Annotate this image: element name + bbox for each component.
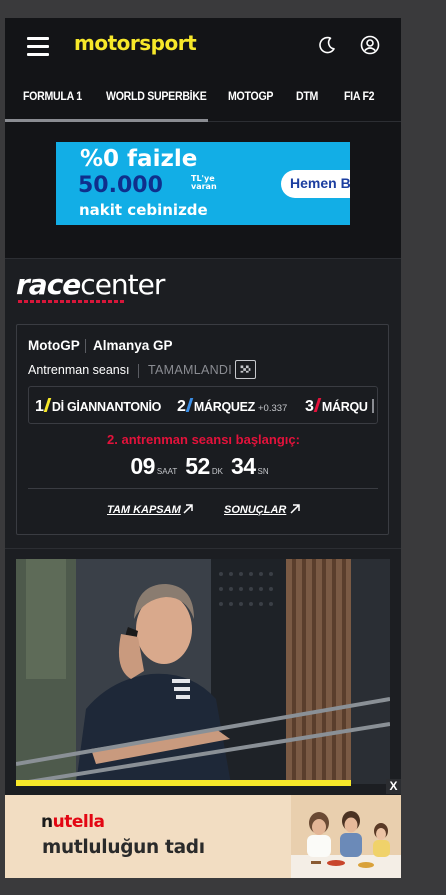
ad-cta-button[interactable]: Hemen B bbox=[281, 170, 350, 198]
divider bbox=[85, 339, 86, 353]
team-color-mark bbox=[313, 398, 322, 412]
nav-item-dtm[interactable]: DTM bbox=[296, 91, 318, 103]
result-position: 1 bbox=[35, 398, 44, 415]
article-image[interactable] bbox=[16, 559, 390, 784]
nav-item-worldsbk[interactable]: WORLD SUPERBİKE bbox=[106, 91, 207, 103]
countdown-hours: 09 bbox=[130, 453, 155, 479]
nav-item-motogp[interactable]: MOTOGP bbox=[228, 91, 273, 103]
session-status: TAMAMLANDI bbox=[148, 363, 233, 377]
team-color-mark bbox=[43, 398, 52, 412]
ad-headline: %0 faizle bbox=[80, 146, 198, 172]
ad-amount: 50.000 bbox=[78, 173, 163, 198]
result-item: 3 MÁRQU bbox=[305, 398, 368, 416]
racecenter-section: racecenter MotoGP Almanya GP Antrenman s… bbox=[5, 260, 401, 549]
ad-family-photo bbox=[291, 795, 401, 878]
rider-gap: +0.337 bbox=[258, 403, 288, 414]
countdown-minutes-unit: DK bbox=[211, 467, 223, 476]
countdown-minutes: 52 bbox=[185, 453, 210, 479]
rider-name: Dİ GİANNANTONİO bbox=[51, 400, 162, 414]
session-card: MotoGP Almanya GP Antrenman seansı TAMAM… bbox=[16, 324, 389, 535]
result-position: 2 bbox=[177, 398, 186, 415]
team-color-mark bbox=[185, 398, 194, 412]
site-header: motorsport bbox=[5, 18, 401, 75]
divider bbox=[28, 488, 378, 489]
ad-tagline: mutluluğun tadı bbox=[42, 837, 205, 858]
top-ad-banner[interactable]: %0 faizle 50.000 TL'ye varan nakit cebin… bbox=[56, 142, 350, 225]
ad-brand-rest: utella bbox=[52, 812, 105, 832]
result-position: 3 bbox=[305, 398, 314, 415]
countdown-label: 2. antrenman seansı başlangıç: bbox=[107, 432, 300, 447]
racecenter-logo-stripe bbox=[18, 300, 125, 303]
rider-name: MÁRQU bbox=[321, 400, 368, 414]
external-arrow-icon bbox=[183, 504, 193, 514]
menu-icon[interactable] bbox=[27, 37, 49, 56]
ad-brand-first-letter: n bbox=[41, 812, 53, 832]
countdown-timer: 09 SAAT 52 DK 34 SN bbox=[17, 453, 390, 480]
ad-brand-logo: nutella bbox=[41, 812, 105, 832]
countdown-hours-unit: SAAT bbox=[156, 467, 178, 476]
divider bbox=[138, 364, 139, 378]
user-account-icon[interactable] bbox=[360, 35, 380, 55]
nav-item-fiaf2[interactable]: FIA F2 bbox=[344, 91, 375, 103]
results-link[interactable]: SONUÇLAR bbox=[224, 504, 286, 516]
countdown-seconds-unit: SN bbox=[257, 467, 269, 476]
nav-item-formula1[interactable]: FORMULA 1 bbox=[23, 91, 82, 103]
racecenter-logo-light: center bbox=[80, 268, 165, 301]
results-strip[interactable]: 1 Dİ GİANNANTONİO 2 MÁRQUEZ +0.337 3 MÁRQU bbox=[28, 386, 378, 424]
ad-progress-bar bbox=[16, 780, 351, 786]
racecenter-logo-bold: race bbox=[16, 268, 81, 301]
series-nav: FORMULA 1 WORLD SUPERBİKE MOTOGP DTM FIA… bbox=[5, 75, 401, 122]
ad-subline: nakit cebinizde bbox=[79, 201, 208, 219]
dark-mode-icon[interactable] bbox=[317, 35, 337, 55]
checkered-flag-icon bbox=[235, 360, 256, 379]
session-name: Antrenman seansı bbox=[28, 363, 130, 377]
result-item: 1 Dİ GİANNANTONİO bbox=[35, 398, 161, 416]
series-name[interactable]: MotoGP bbox=[28, 338, 80, 353]
ad-amount-suffix: TL'ye varan bbox=[191, 174, 217, 191]
mobile-page: motorsport FORMULA 1 WORLD SUPERBİKE MOT… bbox=[5, 18, 401, 878]
countdown-seconds: 34 bbox=[230, 453, 256, 479]
result-item: 2 MÁRQUEZ +0.337 bbox=[177, 398, 287, 416]
top-ad-slot: %0 faizle 50.000 TL'ye varan nakit cebin… bbox=[5, 122, 401, 259]
site-logo[interactable]: motorsport bbox=[74, 31, 197, 55]
racecenter-logo: racecenter bbox=[16, 268, 165, 301]
full-coverage-link[interactable]: TAM KAPSAM bbox=[107, 504, 181, 516]
rider-name: MÁRQUEZ bbox=[193, 400, 255, 414]
close-ad-button[interactable]: X bbox=[386, 779, 401, 794]
scroll-indicator bbox=[372, 399, 374, 413]
event-name[interactable]: Almanya GP bbox=[93, 338, 173, 353]
bottom-ad-banner[interactable]: nutella mutluluğun tadı bbox=[5, 795, 401, 878]
external-arrow-icon bbox=[290, 504, 300, 514]
